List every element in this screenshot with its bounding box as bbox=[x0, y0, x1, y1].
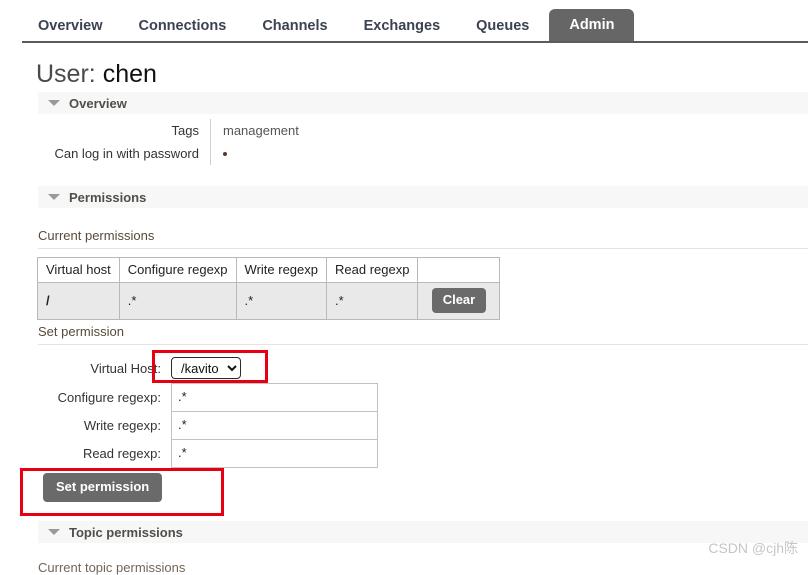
overview-value-tags: management bbox=[223, 123, 299, 138]
cell-write-regexp: .* bbox=[235, 281, 328, 321]
form-row-configure-regexp: Configure regexp: bbox=[36, 382, 378, 412]
label-write-regexp: Write regexp: bbox=[83, 417, 161, 433]
form-row-read-regexp: Read regexp: bbox=[36, 438, 378, 468]
label-configure-regexp: Configure regexp: bbox=[57, 389, 161, 405]
tab-queues[interactable]: Queues bbox=[460, 11, 545, 43]
cell-actions: Clear bbox=[417, 281, 501, 321]
tab-underline bbox=[22, 41, 808, 43]
section-header-overview[interactable]: Overview bbox=[38, 92, 808, 114]
column-header-actions bbox=[417, 257, 501, 283]
tab-admin[interactable]: Admin bbox=[549, 8, 635, 42]
label-read-regexp: Read regexp: bbox=[82, 445, 161, 461]
page-title-value: chen bbox=[102, 60, 157, 88]
virtual-host-select[interactable]: /kavito bbox=[171, 357, 241, 379]
overview-key-password: Can log in with password bbox=[36, 142, 211, 165]
page-title: User: chen bbox=[36, 60, 157, 89]
overview-key-tags: Tags bbox=[36, 119, 211, 142]
overview-row-tags: Tags management bbox=[36, 119, 299, 142]
main-navigation: Overview Connections Channels Exchanges … bbox=[0, 0, 808, 44]
caret-down-icon bbox=[48, 194, 60, 200]
cell-read-regexp: .* bbox=[325, 281, 419, 321]
column-header-read-regexp: Read regexp bbox=[325, 257, 419, 283]
tab-list: Overview Connections Channels Exchanges … bbox=[22, 0, 638, 42]
set-permission-button[interactable]: Set permission bbox=[43, 473, 163, 503]
caret-down-icon bbox=[48, 100, 60, 106]
section-label-overview: Overview bbox=[69, 95, 127, 111]
read-regexp-input[interactable] bbox=[171, 438, 378, 468]
column-header-virtual-host: Virtual host bbox=[37, 257, 120, 283]
caret-down-icon bbox=[48, 529, 60, 535]
form-row-write-regexp: Write regexp: bbox=[36, 410, 378, 440]
configure-regexp-input[interactable] bbox=[171, 382, 378, 412]
cell-configure-regexp: .* bbox=[118, 281, 237, 321]
divider bbox=[38, 344, 808, 345]
tab-connections[interactable]: Connections bbox=[123, 11, 243, 43]
overview-details: Tags management Can log in with password bbox=[36, 119, 299, 165]
current-permissions-table: Virtual host Configure regexp Write rege… bbox=[37, 257, 501, 321]
tab-overview[interactable]: Overview bbox=[22, 11, 119, 43]
section-label-permissions: Permissions bbox=[69, 189, 147, 205]
clear-permission-button[interactable]: Clear bbox=[431, 288, 487, 314]
overview-row-password: Can log in with password bbox=[36, 142, 299, 165]
column-header-write-regexp: Write regexp bbox=[235, 257, 328, 283]
current-topic-permissions-label: Current topic permissions bbox=[38, 560, 186, 575]
tab-channels[interactable]: Channels bbox=[246, 11, 343, 43]
overview-value-password bbox=[211, 146, 227, 161]
column-header-configure-regexp: Configure regexp bbox=[118, 257, 237, 283]
divider bbox=[38, 248, 808, 249]
section-header-topic-permissions[interactable]: Topic permissions bbox=[38, 521, 808, 543]
set-permission-label: Set permission bbox=[38, 324, 124, 339]
section-label-topic-permissions: Topic permissions bbox=[69, 524, 183, 540]
current-permissions-label: Current permissions bbox=[38, 228, 155, 243]
cell-virtual-host: / bbox=[37, 281, 120, 321]
section-header-permissions[interactable]: Permissions bbox=[38, 186, 808, 208]
watermark: CSDN @cjh陈 bbox=[708, 540, 798, 556]
page-title-label: User: bbox=[36, 60, 96, 88]
form-row-virtual-host: Virtual Host: /kavito bbox=[36, 354, 241, 382]
tab-exchanges[interactable]: Exchanges bbox=[348, 11, 457, 43]
table-row: / .* .* .* Clear bbox=[37, 281, 501, 321]
bullet-dot-icon bbox=[223, 152, 227, 157]
write-regexp-input[interactable] bbox=[171, 410, 378, 440]
table-header-row: Virtual host Configure regexp Write rege… bbox=[37, 257, 501, 283]
label-virtual-host: Virtual Host: bbox=[90, 360, 161, 376]
